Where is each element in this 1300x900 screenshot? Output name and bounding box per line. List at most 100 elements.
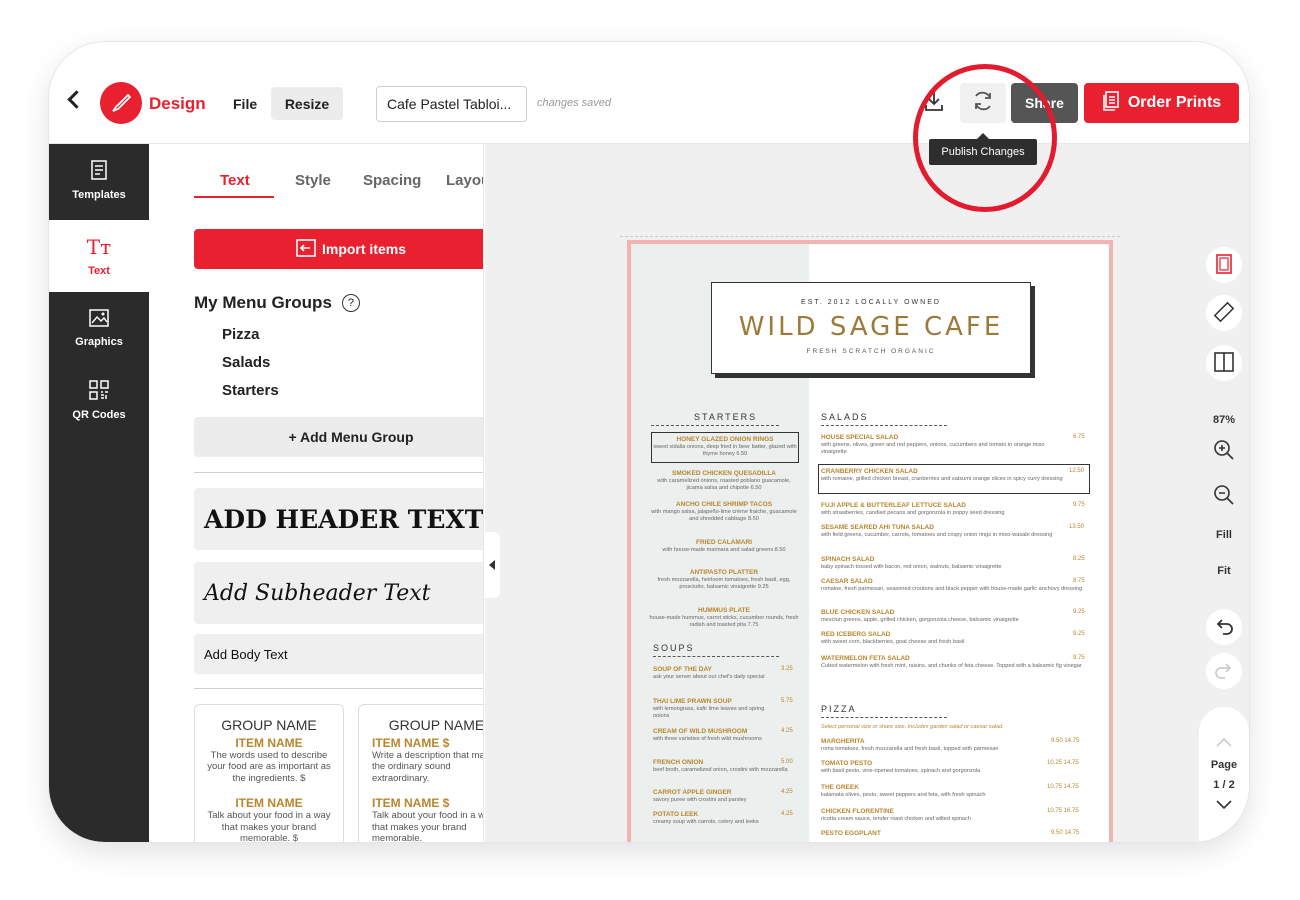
page-view-button[interactable]	[1199, 247, 1249, 283]
page-up-icon[interactable]	[1215, 736, 1233, 751]
menu-item-desc: with basil pesto, vine-ripened tomatoes,…	[821, 768, 981, 774]
import-items-button[interactable]: Import items	[194, 229, 483, 269]
menu-item-name[interactable]: HONEY GLAZED ONION RINGS	[653, 436, 797, 444]
menu-title-box[interactable]: EST. 2012 LOCALLY OWNED WILD SAGE CAFE F…	[711, 282, 1031, 374]
templates-icon	[91, 159, 107, 183]
divider	[194, 472, 483, 473]
fill-button[interactable]: Fill	[1199, 527, 1249, 543]
tab-style[interactable]: Style	[295, 172, 331, 189]
rail-item-templates[interactable]: Templates	[49, 144, 149, 216]
menu-item-name[interactable]: WATERMELON FETA SALAD	[821, 655, 910, 663]
menu-item-desc: with sweet corn, blackberries, goat chee…	[821, 639, 965, 645]
menu-item-name[interactable]: CRANBERRY CHICKEN SALAD	[821, 468, 918, 476]
menu-item-name[interactable]: FRIED CALAMARI	[649, 539, 799, 547]
fit-button[interactable]: Fit	[1199, 563, 1249, 579]
page-frame-icon	[1216, 253, 1232, 277]
help-icon[interactable]: ?	[341, 294, 360, 312]
menu-item-name[interactable]: CHICKEN FLORENTINE	[821, 808, 894, 816]
menu-item-name[interactable]: SPINACH SALAD	[821, 556, 874, 564]
template-group-name: GROUP NAME	[221, 717, 317, 733]
section-heading-pizza: PIZZA	[821, 704, 857, 714]
ruler-button[interactable]	[1199, 295, 1249, 331]
menu-item-name[interactable]: THE GREEK	[821, 784, 859, 792]
menu-item-price: 9.25	[1073, 609, 1085, 615]
menu-item-name[interactable]: FRENCH ONION	[653, 759, 703, 767]
menu-item-name[interactable]: SMOKED CHICKEN QUESADILLA	[649, 470, 799, 478]
menu-item-name[interactable]: SOUP OF THE DAY	[653, 666, 712, 674]
menu-item-name[interactable]: HOUSE SPECIAL SALAD	[821, 434, 898, 442]
undo-button[interactable]	[1199, 607, 1249, 647]
add-menu-group-button[interactable]: + Add Menu Group	[194, 417, 483, 457]
menu-item-name[interactable]: POTATO LEEK	[653, 811, 698, 819]
highlight-circle	[913, 64, 1057, 212]
menu-page[interactable]: EST. 2012 LOCALLY OWNED WILD SAGE CAFE F…	[627, 240, 1113, 842]
order-prints-button[interactable]: Order Prints	[1084, 83, 1239, 123]
menu-item-desc: mesclun greens, apple, grilled chicken, …	[821, 617, 1019, 623]
menu-item-desc: with caramelized onions, roasted poblano…	[657, 478, 791, 491]
menu-item-name[interactable]: PESTO EGGPLANT	[821, 830, 881, 838]
menu-item-name[interactable]: BLUE CHICKEN SALAD	[821, 609, 894, 617]
menu-item-name[interactable]: TOMATO PESTO	[821, 760, 872, 768]
template-item-name: ITEM NAME	[235, 736, 303, 750]
menu-item-price: 9.75	[1073, 655, 1085, 661]
rail-item-qr-codes[interactable]: QR Codes	[49, 364, 149, 436]
menu-item-name[interactable]: MARGHERITA	[821, 738, 865, 746]
split-view-button[interactable]	[1199, 345, 1249, 381]
menu-item-desc: romaine, fresh parmesan, seasoned crouto…	[821, 586, 1083, 592]
file-menu[interactable]: File	[233, 96, 257, 112]
tab-spacing[interactable]: Spacing	[363, 172, 421, 189]
save-status: changes saved	[537, 97, 611, 109]
zoom-out-button[interactable]	[1199, 482, 1249, 510]
zoom-in-button[interactable]	[1199, 437, 1249, 465]
menu-item-price: 13.50	[1069, 524, 1085, 530]
template-item-desc: Talk about your food in a way that makes…	[207, 810, 331, 842]
active-tab-underline	[194, 196, 274, 198]
menu-item-name[interactable]: ANCHO CHILE SHRIMP TACOS	[649, 501, 799, 509]
menu-item-desc: with three varieties of fresh wild mushr…	[653, 736, 762, 742]
menu-item-price: 9.25	[1073, 631, 1085, 637]
page-down-icon[interactable]	[1215, 799, 1233, 814]
menu-item-name[interactable]: RED ICEBERG SALAD	[821, 631, 890, 639]
menu-item-price: 10.25 14.75	[1047, 760, 1079, 766]
menu-item-price: 10.75 16.75	[1047, 808, 1079, 814]
menu-item-name[interactable]: ANTIPASTO PLATTER	[649, 569, 799, 577]
template-item-desc: Talk about your food in a way that makes…	[372, 810, 484, 842]
design-canvas[interactable]: EST. 2012 LOCALLY OWNED WILD SAGE CAFE F…	[485, 144, 1249, 842]
back-icon[interactable]	[63, 88, 85, 110]
collapse-panel-handle[interactable]	[484, 532, 500, 598]
menu-item-desc: with lemongrass, kafir lime leaves and s…	[653, 706, 765, 719]
menu-item-name[interactable]: HUMMUS PLATE	[649, 607, 799, 615]
rail-label-text: Text	[88, 265, 110, 277]
redo-button[interactable]	[1199, 651, 1249, 691]
zoom-out-icon	[1213, 484, 1235, 509]
menu-item-name[interactable]: CARROT APPLE GINGER	[653, 789, 732, 797]
menu-item-price: 3.25	[781, 666, 793, 672]
menu-item-price: 10.75 14.75	[1047, 784, 1079, 790]
rail-item-graphics[interactable]: Graphics	[49, 292, 149, 364]
menu-item-name[interactable]: THAI LIME PRAWN SOUP	[653, 698, 732, 706]
menu-item-name[interactable]: CAESAR SALAD	[821, 578, 873, 586]
menu-item-desc: with greens, olives, green and red peppe…	[821, 442, 1045, 455]
tab-layout[interactable]: Layout	[446, 172, 483, 189]
tab-text[interactable]: Text	[220, 172, 250, 189]
document-name-input[interactable]: Cafe Pastel Tabloi...	[376, 86, 527, 122]
divider	[194, 688, 483, 689]
add-subheader-text[interactable]: Add Subheader Text	[194, 562, 483, 624]
resize-button[interactable]: Resize	[271, 87, 343, 120]
menu-item-price: 9.75	[1073, 502, 1085, 508]
menu-group-item[interactable]: Salads	[222, 354, 270, 371]
menu-item-price: 5.75	[781, 698, 793, 704]
menu-item-name[interactable]: SESAME SEARED AHI TUNA SALAD	[821, 524, 934, 532]
menu-item-name[interactable]: CREAM OF WILD MUSHROOM	[653, 728, 747, 736]
add-body-text[interactable]: Add Body Text	[194, 634, 483, 674]
menu-group-item[interactable]: Starters	[222, 382, 279, 399]
menu-cafe-name: WILD SAGE CAFE	[738, 312, 1004, 342]
rail-item-text[interactable]: Tт Text	[49, 220, 149, 292]
menu-group-item[interactable]: Pizza	[222, 326, 260, 343]
group-template-card[interactable]: GROUP NAME ITEM NAME $ Write a descripti…	[358, 704, 484, 842]
menu-item-desc: with mango salsa, jalapeño-lime crème fr…	[651, 509, 797, 522]
group-template-card[interactable]: GROUP NAME ITEM NAME The words used to d…	[194, 704, 344, 842]
add-header-text[interactable]: ADD HEADER TEXT	[194, 488, 483, 550]
menu-item-desc: savory puree with crostini and parsley	[653, 797, 747, 803]
menu-item-name[interactable]: FUJI APPLE & BUTTERLEAF LETTUCE SALAD	[821, 502, 966, 510]
